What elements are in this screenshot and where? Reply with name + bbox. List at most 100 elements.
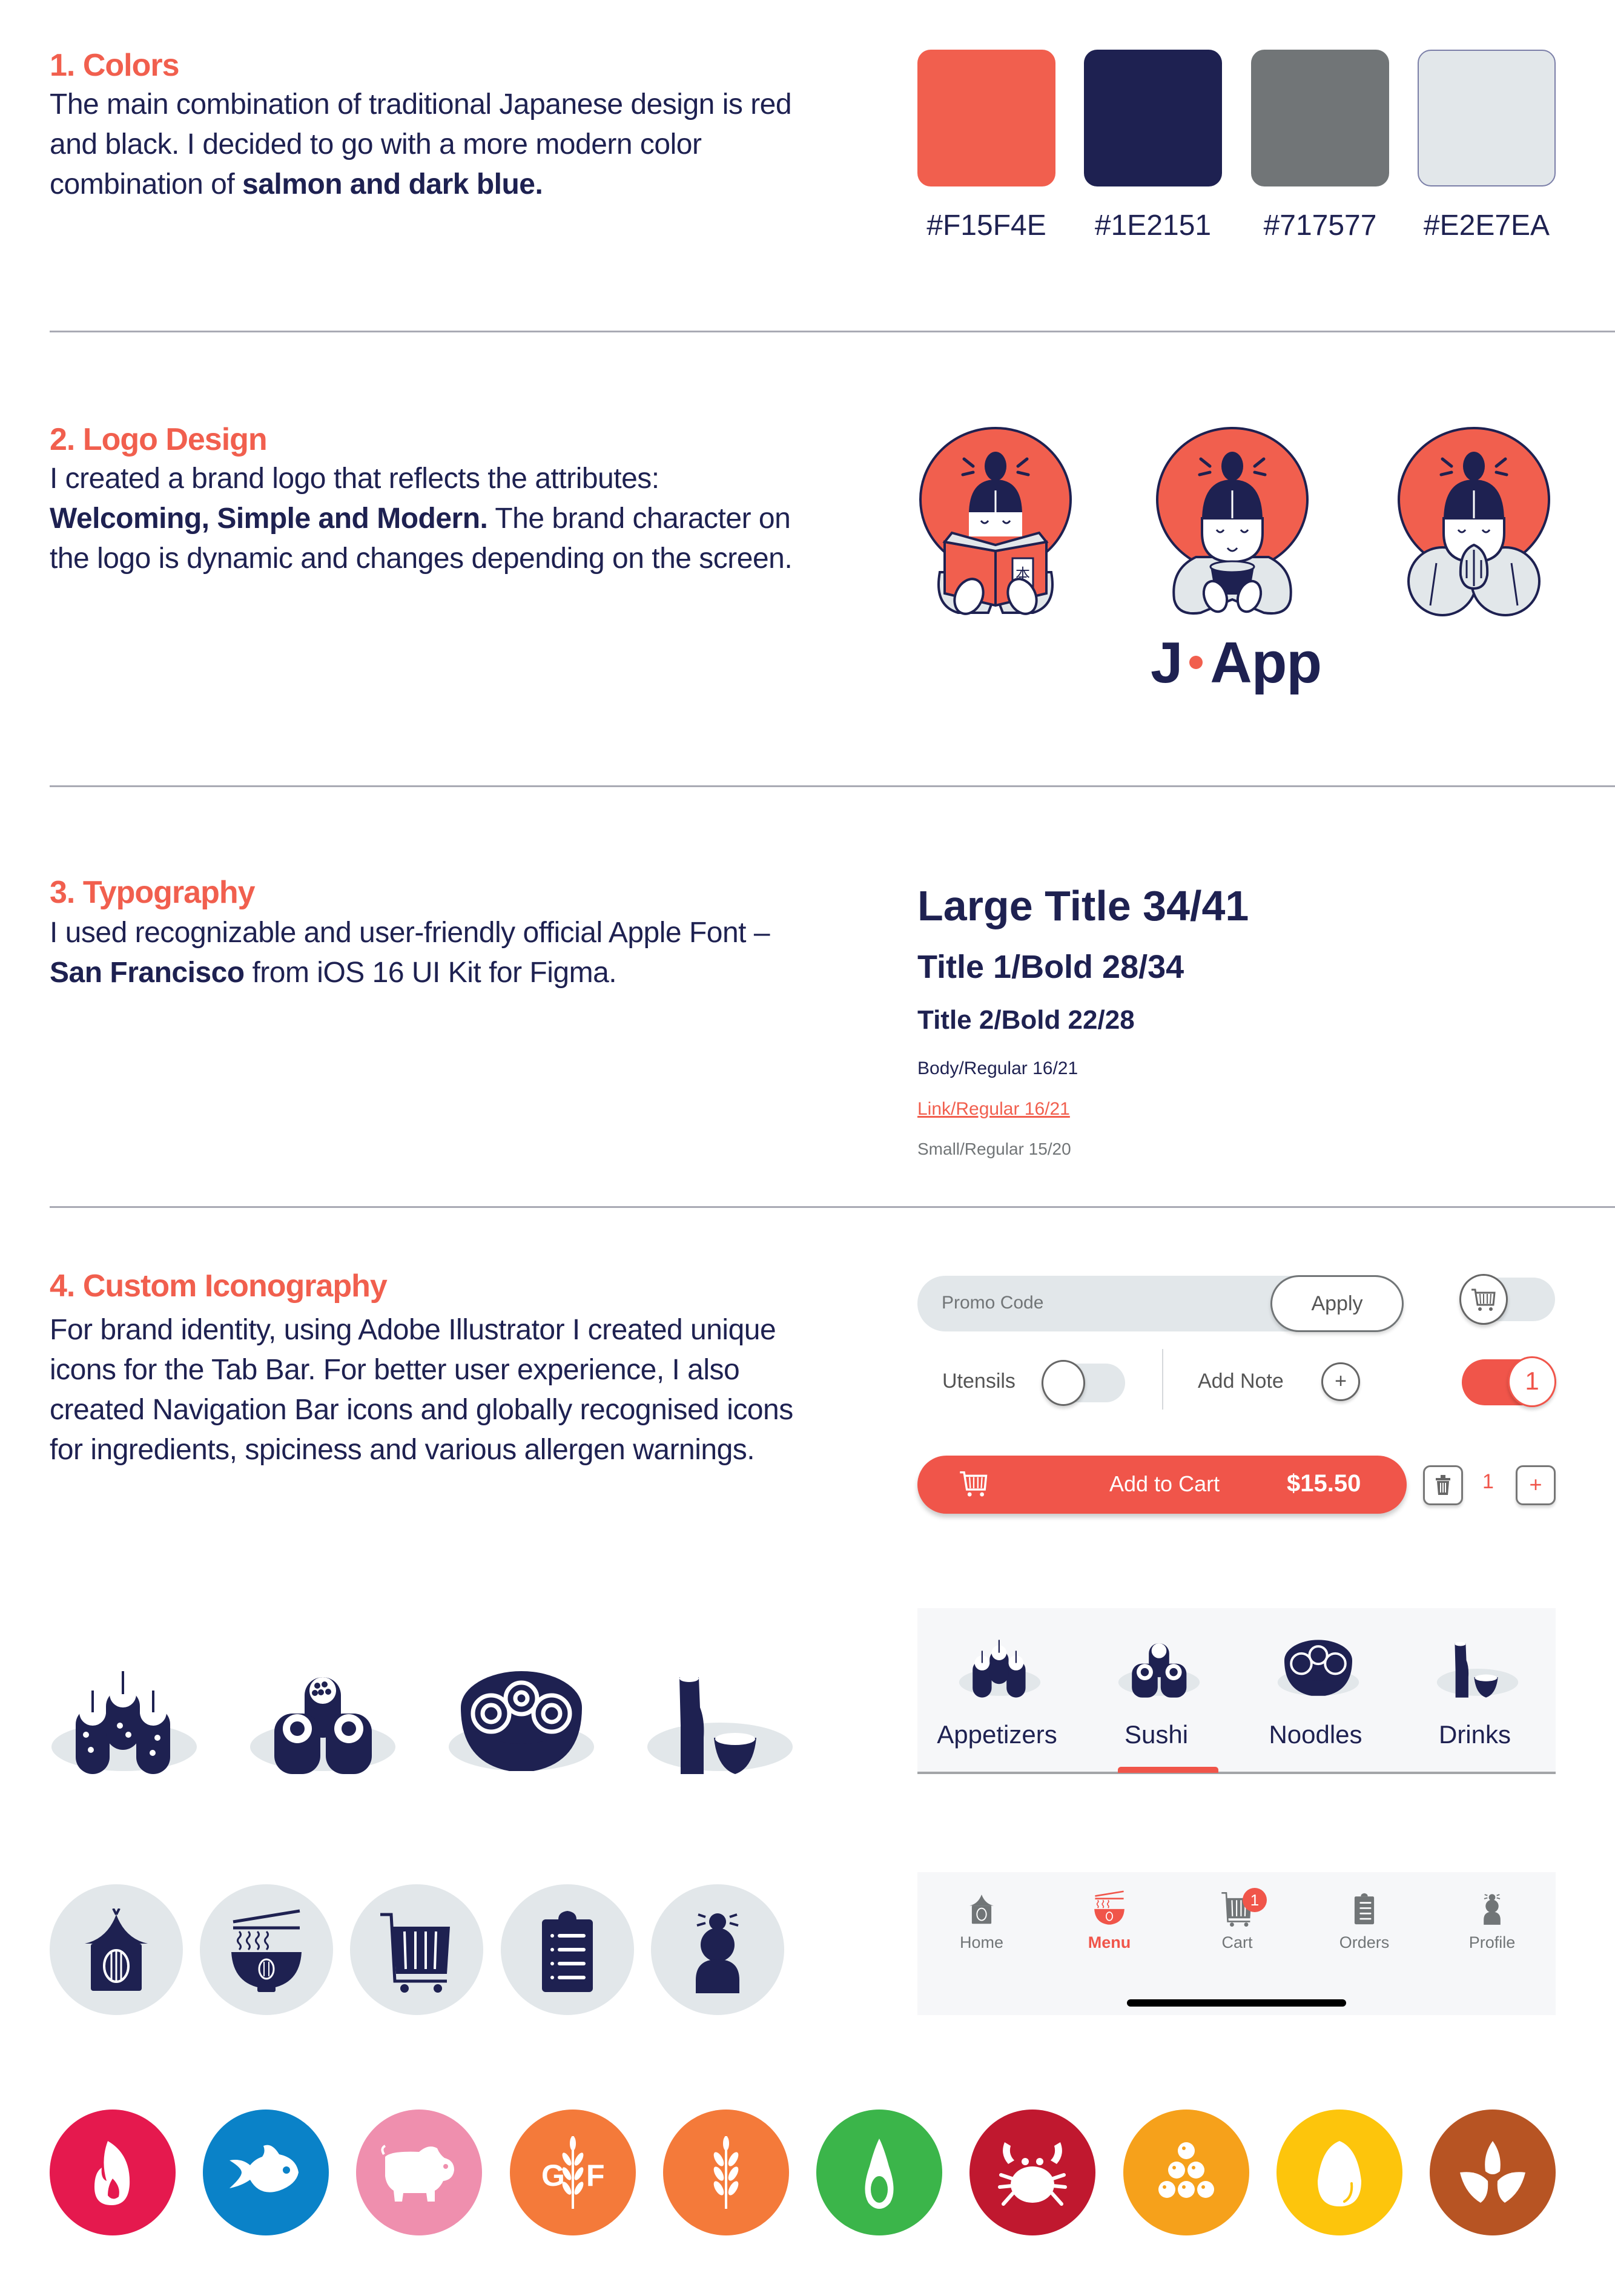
typography-description-text: I used recognizable and user-friendly of… (50, 917, 770, 949)
nav-label: Profile (1468, 1933, 1516, 1951)
count-toggle-knob[interactable]: 1 (1508, 1356, 1556, 1407)
fish-icon (230, 2145, 299, 2192)
wordmark-app: App (1210, 630, 1322, 695)
tab-drinks[interactable]: Drinks (1395, 1608, 1554, 1773)
category-tab-bar: Appetizers Sushi Noodles Drinks (917, 1608, 1556, 1773)
color-swatch-label: #1E2151 (1094, 209, 1212, 242)
svg-text:G: G (541, 2159, 565, 2192)
trash-icon (1436, 1475, 1450, 1495)
nav-label: Home (959, 1933, 1004, 1951)
cart-icon (960, 1471, 988, 1497)
profile-icon (696, 1913, 739, 1993)
color-swatch-label: #F15F4E (926, 209, 1046, 242)
color-swatch-label: #E2E7EA (1423, 209, 1550, 242)
tab-label: Drinks (1438, 1720, 1511, 1749)
drinks-icon (647, 1675, 793, 1774)
type-specimen-title1: Title 1/Bold 28/34 (917, 949, 1184, 985)
add-to-cart-price: $15.50 (1287, 1470, 1361, 1497)
nav-item-orders[interactable]: Orders (1301, 1890, 1428, 1952)
allergen-fish (203, 2110, 329, 2235)
logo-section-title: 2. Logo Design (50, 422, 268, 457)
crab-icon (998, 2142, 1067, 2206)
add-note-label: Add Note (1198, 1370, 1284, 1393)
nav-label: Orders (1339, 1933, 1390, 1951)
flame-icon (94, 2141, 130, 2205)
menu-bowl-icon (231, 1909, 302, 1992)
brand-wordmark: J App (1151, 630, 1322, 696)
logo-character-bowl-icon (1156, 427, 1309, 615)
allergen-pork (356, 2110, 482, 2235)
drinks-icon (1436, 1641, 1519, 1698)
allergen-vegan (1430, 2110, 1556, 2235)
home-indicator (1127, 1999, 1346, 2007)
typography-section-title: 3. Typography (50, 875, 256, 910)
increase-quantity-button[interactable]: + (1516, 1465, 1556, 1505)
appetizers-icon (959, 1640, 1041, 1698)
profile-icon (1484, 1894, 1501, 1925)
utensils-toggle-knob[interactable] (1042, 1360, 1085, 1406)
cart-nav-circle (350, 1884, 483, 2015)
type-specimen-body: Body/Regular 16/21 (917, 1058, 1078, 1078)
cart-icon (1471, 1288, 1496, 1311)
tab-appetizers[interactable]: Appetizers (917, 1608, 1077, 1773)
tab-sushi[interactable]: Sushi (1077, 1608, 1236, 1773)
orders-icon (1354, 1893, 1375, 1925)
typography-description-bold: San Francisco (50, 957, 245, 989)
cart-icon (380, 1913, 450, 1993)
menu-bowl-icon (1094, 1890, 1125, 1925)
nav-label: Menu (1088, 1933, 1131, 1951)
logo-description: I created a brand logo that reflects the… (50, 459, 801, 579)
color-swatch-salmon (917, 50, 1055, 186)
cart-badge: 1 (1243, 1888, 1267, 1912)
orders-icon (542, 1911, 593, 1992)
nav-item-cart[interactable]: Cart 1 (1174, 1888, 1301, 1952)
orders-nav-circle (501, 1884, 634, 2015)
leaves-icon (1460, 2141, 1525, 2203)
pig-icon (381, 2145, 454, 2202)
type-specimen-large-title: Large Title 34/41 (917, 882, 1249, 929)
utensils-label: Utensils (942, 1370, 1016, 1393)
colors-description-bold: salmon and dark blue. (242, 168, 543, 200)
allergen-egg (1276, 2110, 1402, 2235)
tab-noodles[interactable]: Noodles (1236, 1608, 1395, 1773)
section-divider (50, 1206, 1615, 1208)
profile-nav-circle (651, 1884, 784, 2015)
cart-toggle-knob[interactable] (1459, 1274, 1508, 1325)
tab-active-indicator (1118, 1767, 1218, 1773)
quantity-value: 1 (1482, 1470, 1494, 1493)
section-divider (50, 331, 1615, 332)
apply-button[interactable]: Apply (1270, 1275, 1404, 1332)
section-divider (50, 785, 1615, 787)
wheat-icon (713, 2136, 739, 2209)
nav-label: Cart (1221, 1933, 1253, 1951)
typography-description-text-2: from iOS 16 UI Kit for Figma. (244, 957, 617, 989)
tab-label: Noodles (1269, 1720, 1362, 1749)
noodles-icon (449, 1671, 594, 1771)
colors-description: The main combination of traditional Japa… (50, 85, 801, 205)
type-specimen-small: Small/Regular 15/20 (917, 1140, 1071, 1158)
colors-section-title: 1. Colors (50, 48, 179, 83)
add-to-cart-button[interactable]: Add to Cart $15.50 (917, 1456, 1407, 1514)
allergen-gluten (663, 2110, 789, 2235)
sushi-icon (250, 1677, 395, 1774)
nav-item-menu[interactable]: Menu (1046, 1890, 1173, 1952)
allergen-avocado (816, 2110, 942, 2235)
logo-description-text: I created a brand logo that reflects the… (50, 463, 659, 495)
color-swatch-gray (1251, 50, 1389, 186)
delete-item-button[interactable] (1423, 1465, 1463, 1505)
type-specimen-link[interactable]: Link/Regular 16/21 (917, 1099, 1070, 1120)
home-nav-circle (50, 1884, 183, 2015)
nav-item-profile[interactable]: Profile (1428, 1890, 1556, 1952)
noodles-icon (1277, 1640, 1359, 1696)
allergen-gluten-free: GF (510, 2110, 636, 2235)
bottom-navigation-bar: Home Menu Cart 1 Orders Profile (917, 1872, 1556, 2015)
svg-text:F: F (586, 2159, 605, 2192)
iconography-section-title: 4. Custom Iconography (50, 1268, 388, 1304)
type-specimen-title2: Title 2/Bold 22/28 (917, 1005, 1135, 1035)
logo-description-bold: Welcoming, Simple and Modern. (50, 503, 488, 535)
logo-character-reading-icon: 本 (919, 427, 1072, 615)
add-note-button[interactable]: + (1321, 1362, 1360, 1401)
gluten-free-wheat-icon: GF (541, 2136, 605, 2209)
color-swatch-dark-blue (1084, 50, 1222, 186)
nav-item-home[interactable]: Home (918, 1890, 1045, 1952)
